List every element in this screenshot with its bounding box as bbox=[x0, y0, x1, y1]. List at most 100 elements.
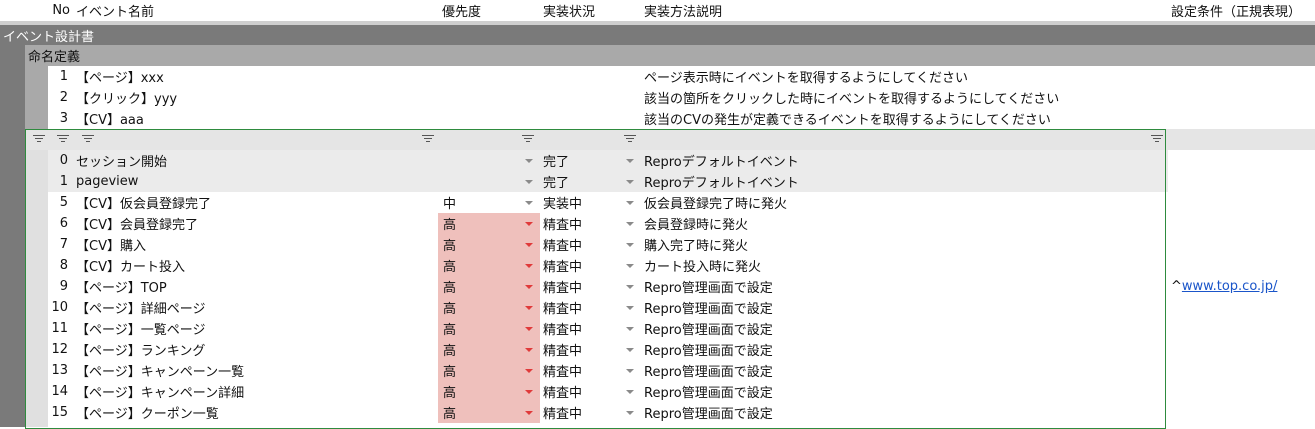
chevron-down-icon[interactable] bbox=[525, 222, 533, 226]
header-condition[interactable]: 設定条件（正規表現） bbox=[1171, 0, 1311, 21]
header-event-name[interactable]: イベント名前 bbox=[76, 0, 276, 21]
chevron-down-icon[interactable] bbox=[626, 285, 634, 289]
row-event-name[interactable]: 【CV】購入 bbox=[76, 234, 416, 255]
group-row-event-design[interactable]: イベント設計書 bbox=[0, 25, 1315, 45]
row-method[interactable]: カート投入時に発火 bbox=[644, 255, 1164, 276]
row-priority[interactable]: 高 bbox=[443, 255, 513, 276]
header-status[interactable]: 実装状況 bbox=[543, 0, 623, 21]
row-status[interactable]: 精査中 bbox=[543, 276, 623, 297]
row-event-name[interactable]: 【クリック】yyy bbox=[76, 87, 416, 108]
chevron-down-icon[interactable] bbox=[626, 180, 634, 184]
row-event-name[interactable]: 【ページ】xxx bbox=[76, 66, 416, 87]
row-event-name[interactable]: セッション開始 bbox=[76, 150, 416, 171]
chevron-down-icon[interactable] bbox=[525, 285, 533, 289]
row-event-name[interactable]: 【ページ】一覧ページ bbox=[76, 318, 416, 339]
row-method[interactable]: Reproデフォルトイベント bbox=[644, 150, 1164, 171]
chevron-down-icon[interactable] bbox=[626, 327, 634, 331]
row-priority[interactable]: 高 bbox=[443, 276, 513, 297]
row-priority[interactable] bbox=[443, 150, 513, 171]
row-event-name[interactable]: 【ページ】TOP bbox=[76, 276, 416, 297]
row-status[interactable]: 実装中 bbox=[543, 192, 623, 213]
row-event-name[interactable]: 【ページ】キャンペーン詳細 bbox=[76, 381, 416, 402]
chevron-down-icon[interactable] bbox=[525, 390, 533, 394]
row-event-name[interactable]: 【ページ】キャンペーン一覧 bbox=[76, 360, 416, 381]
row-no[interactable]: 8 bbox=[48, 255, 68, 276]
row-status[interactable]: 精査中 bbox=[543, 234, 623, 255]
row-method[interactable]: Repro管理画面で設定 bbox=[644, 402, 1164, 423]
chevron-down-icon[interactable] bbox=[525, 306, 533, 310]
chevron-down-icon[interactable] bbox=[626, 306, 634, 310]
row-no[interactable]: 1 bbox=[48, 66, 68, 87]
row-status[interactable]: 精査中 bbox=[543, 381, 623, 402]
row-no[interactable]: 13 bbox=[48, 360, 68, 381]
chevron-down-icon[interactable] bbox=[626, 390, 634, 394]
row-no[interactable]: 12 bbox=[48, 339, 68, 360]
row-no[interactable]: 7 bbox=[48, 234, 68, 255]
row-priority[interactable]: 高 bbox=[443, 360, 513, 381]
row-no[interactable]: 9 bbox=[48, 276, 68, 297]
chevron-down-icon[interactable] bbox=[626, 222, 634, 226]
row-no[interactable]: 14 bbox=[48, 381, 68, 402]
row-status[interactable]: 精査中 bbox=[543, 213, 623, 234]
row-status[interactable]: 精査中 bbox=[543, 402, 623, 423]
chevron-down-icon[interactable] bbox=[626, 243, 634, 247]
row-priority[interactable]: 高 bbox=[443, 381, 513, 402]
chevron-down-icon[interactable] bbox=[525, 369, 533, 373]
row-status[interactable]: 精査中 bbox=[543, 339, 623, 360]
row-status[interactable]: 精査中 bbox=[543, 318, 623, 339]
row-priority[interactable] bbox=[443, 171, 513, 192]
row-method[interactable]: 会員登録時に発火 bbox=[644, 213, 1164, 234]
row-event-name[interactable]: pageview bbox=[76, 171, 416, 192]
row-no[interactable]: 0 bbox=[48, 150, 68, 171]
row-description[interactable]: ページ表示時にイベントを取得するようにしてください bbox=[644, 66, 1164, 87]
row-no[interactable]: 11 bbox=[48, 318, 68, 339]
row-description[interactable]: 該当の箇所をクリックした時にイベントを取得するようにしてください bbox=[644, 87, 1164, 108]
row-event-name[interactable]: 【ページ】クーポン一覧 bbox=[76, 402, 416, 423]
row-priority[interactable]: 高 bbox=[443, 318, 513, 339]
row-priority[interactable]: 高 bbox=[443, 234, 513, 255]
row-method[interactable]: Repro管理画面で設定 bbox=[644, 360, 1164, 381]
row-event-name[interactable]: 【CV】会員登録完了 bbox=[76, 213, 416, 234]
filter-icon[interactable] bbox=[33, 135, 45, 144]
row-priority[interactable]: 高 bbox=[443, 402, 513, 423]
row-event-name[interactable]: 【ページ】ランキング bbox=[76, 339, 416, 360]
row-status[interactable]: 完了 bbox=[543, 150, 623, 171]
header-method[interactable]: 実装方法説明 bbox=[644, 0, 844, 21]
row-event-name[interactable]: 【CV】仮会員登録完了 bbox=[76, 192, 416, 213]
row-condition[interactable]: ^ www.top.co.jp/ bbox=[1171, 276, 1311, 297]
row-method[interactable]: 仮会員登録完了時に発火 bbox=[644, 192, 1164, 213]
group-row-naming[interactable]: 命名定義 bbox=[25, 45, 1315, 66]
header-no[interactable]: No bbox=[48, 0, 70, 21]
chevron-down-icon[interactable] bbox=[525, 327, 533, 331]
row-method[interactable]: Repro管理画面で設定 bbox=[644, 318, 1164, 339]
row-event-name[interactable]: 【CV】aaa bbox=[76, 108, 416, 129]
header-priority[interactable]: 優先度 bbox=[442, 0, 522, 21]
filter-icon[interactable] bbox=[522, 135, 534, 144]
row-no[interactable]: 15 bbox=[48, 402, 68, 423]
row-no[interactable]: 6 bbox=[48, 213, 68, 234]
row-method[interactable]: Repro管理画面で設定 bbox=[644, 276, 1164, 297]
row-priority[interactable]: 中 bbox=[443, 192, 513, 213]
row-event-name[interactable]: 【ページ】詳細ページ bbox=[76, 297, 416, 318]
chevron-down-icon[interactable] bbox=[525, 180, 533, 184]
chevron-down-icon[interactable] bbox=[626, 264, 634, 268]
row-no[interactable]: 2 bbox=[48, 87, 68, 108]
row-no[interactable]: 1 bbox=[48, 171, 68, 192]
row-method[interactable]: Repro管理画面で設定 bbox=[644, 339, 1164, 360]
chevron-down-icon[interactable] bbox=[626, 369, 634, 373]
chevron-down-icon[interactable] bbox=[525, 201, 533, 205]
row-no[interactable]: 3 bbox=[48, 108, 68, 129]
row-priority[interactable]: 高 bbox=[443, 297, 513, 318]
row-event-name[interactable]: 【CV】カート投入 bbox=[76, 255, 416, 276]
chevron-down-icon[interactable] bbox=[626, 411, 634, 415]
row-description[interactable]: 該当のCVの発生が定義できるイベントを取得するようにしてください bbox=[644, 108, 1164, 129]
row-no[interactable]: 5 bbox=[48, 192, 68, 213]
chevron-down-icon[interactable] bbox=[626, 348, 634, 352]
row-status[interactable]: 完了 bbox=[543, 171, 623, 192]
filter-icon[interactable] bbox=[82, 135, 94, 144]
row-method[interactable]: Reproデフォルトイベント bbox=[644, 171, 1164, 192]
chevron-down-icon[interactable] bbox=[626, 201, 634, 205]
row-no[interactable]: 10 bbox=[48, 297, 68, 318]
chevron-down-icon[interactable] bbox=[525, 411, 533, 415]
row-status[interactable]: 精査中 bbox=[543, 360, 623, 381]
